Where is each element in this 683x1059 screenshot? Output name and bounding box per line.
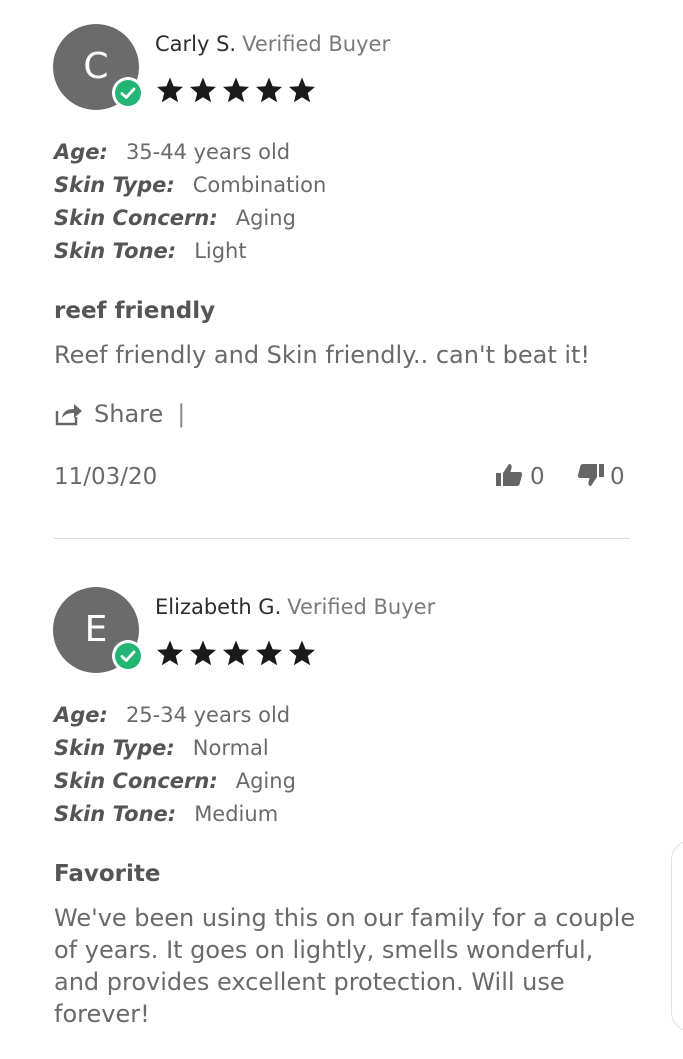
share-icon — [54, 400, 94, 428]
reviewer-name-text: Elizabeth G. — [155, 595, 282, 619]
reviewer-name-text: Carly S. — [155, 32, 237, 56]
attribute-skin-tone: Skin Tone: Medium — [54, 802, 278, 826]
attribute-skin-tone: Skin Tone: Light — [54, 239, 247, 263]
thumbs-down-count: 0 — [609, 464, 625, 490]
star-icon — [223, 77, 249, 103]
helpful-votes: 0 0 — [494, 462, 625, 490]
reviewer-name: Carly S. Verified Buyer — [155, 32, 390, 56]
star-icon — [157, 77, 183, 103]
attribute-value: Light — [194, 239, 247, 263]
attribute-label: Age: — [54, 140, 108, 164]
thumbs-up-icon — [494, 464, 524, 490]
attribute-label: Skin Concern: — [54, 769, 218, 793]
star-icon — [289, 77, 315, 103]
verified-check-icon — [112, 77, 144, 109]
star-icon — [256, 77, 282, 103]
review-title: Favorite — [54, 861, 161, 887]
attribute-label: Skin Tone: — [54, 239, 177, 263]
attribute-label: Age: — [54, 703, 108, 727]
attribute-value: 25-34 years old — [125, 703, 291, 727]
attribute-value: Aging — [235, 206, 296, 230]
thumbs-down-button[interactable]: 0 — [576, 464, 625, 490]
star-rating — [156, 76, 321, 106]
verified-buyer-label: Verified Buyer — [287, 595, 436, 619]
star-rating — [156, 639, 321, 669]
thumbs-up-button[interactable]: 0 — [494, 464, 545, 490]
attribute-value: 35-44 years old — [125, 140, 291, 164]
share-separator: | — [177, 400, 186, 428]
star-icon — [157, 640, 183, 666]
star-icon — [190, 640, 216, 666]
attribute-skin-type: Skin Type: Normal — [54, 736, 269, 760]
review-title: reef friendly — [54, 298, 216, 324]
review-body: We've been using this on our family for … — [54, 904, 636, 1028]
attribute-skin-concern: Skin Concern: Aging — [54, 769, 296, 793]
attribute-label: Skin Tone: — [54, 802, 177, 826]
star-icon — [223, 640, 249, 666]
floating-panel-edge[interactable] — [671, 840, 683, 1032]
review-divider — [54, 538, 630, 539]
attribute-label: Skin Type: — [54, 173, 175, 197]
share-label: Share — [94, 400, 164, 428]
attribute-age: Age: 25-34 years old — [54, 703, 290, 727]
attribute-value: Combination — [192, 173, 327, 197]
star-icon — [256, 640, 282, 666]
attribute-value: Normal — [192, 736, 269, 760]
thumbs-up-count: 0 — [530, 464, 545, 490]
attribute-skin-type: Skin Type: Combination — [54, 173, 326, 197]
attribute-value: Aging — [235, 769, 296, 793]
star-icon — [289, 640, 315, 666]
verified-buyer-label: Verified Buyer — [242, 32, 391, 56]
attribute-label: Skin Concern: — [54, 206, 218, 230]
verified-check-icon — [112, 640, 144, 672]
review-body: Reef friendly and Skin friendly.. can't … — [54, 341, 591, 369]
share-button[interactable]: Share | — [54, 400, 185, 432]
attribute-skin-concern: Skin Concern: Aging — [54, 206, 296, 230]
thumbs-down-icon — [576, 464, 606, 490]
review-date: 11/03/20 — [54, 464, 158, 490]
reviewer-name: Elizabeth G. Verified Buyer — [155, 595, 435, 619]
star-icon — [190, 77, 216, 103]
attribute-age: Age: 35-44 years old — [54, 140, 290, 164]
attribute-label: Skin Type: — [54, 736, 175, 760]
attribute-value: Medium — [194, 802, 279, 826]
